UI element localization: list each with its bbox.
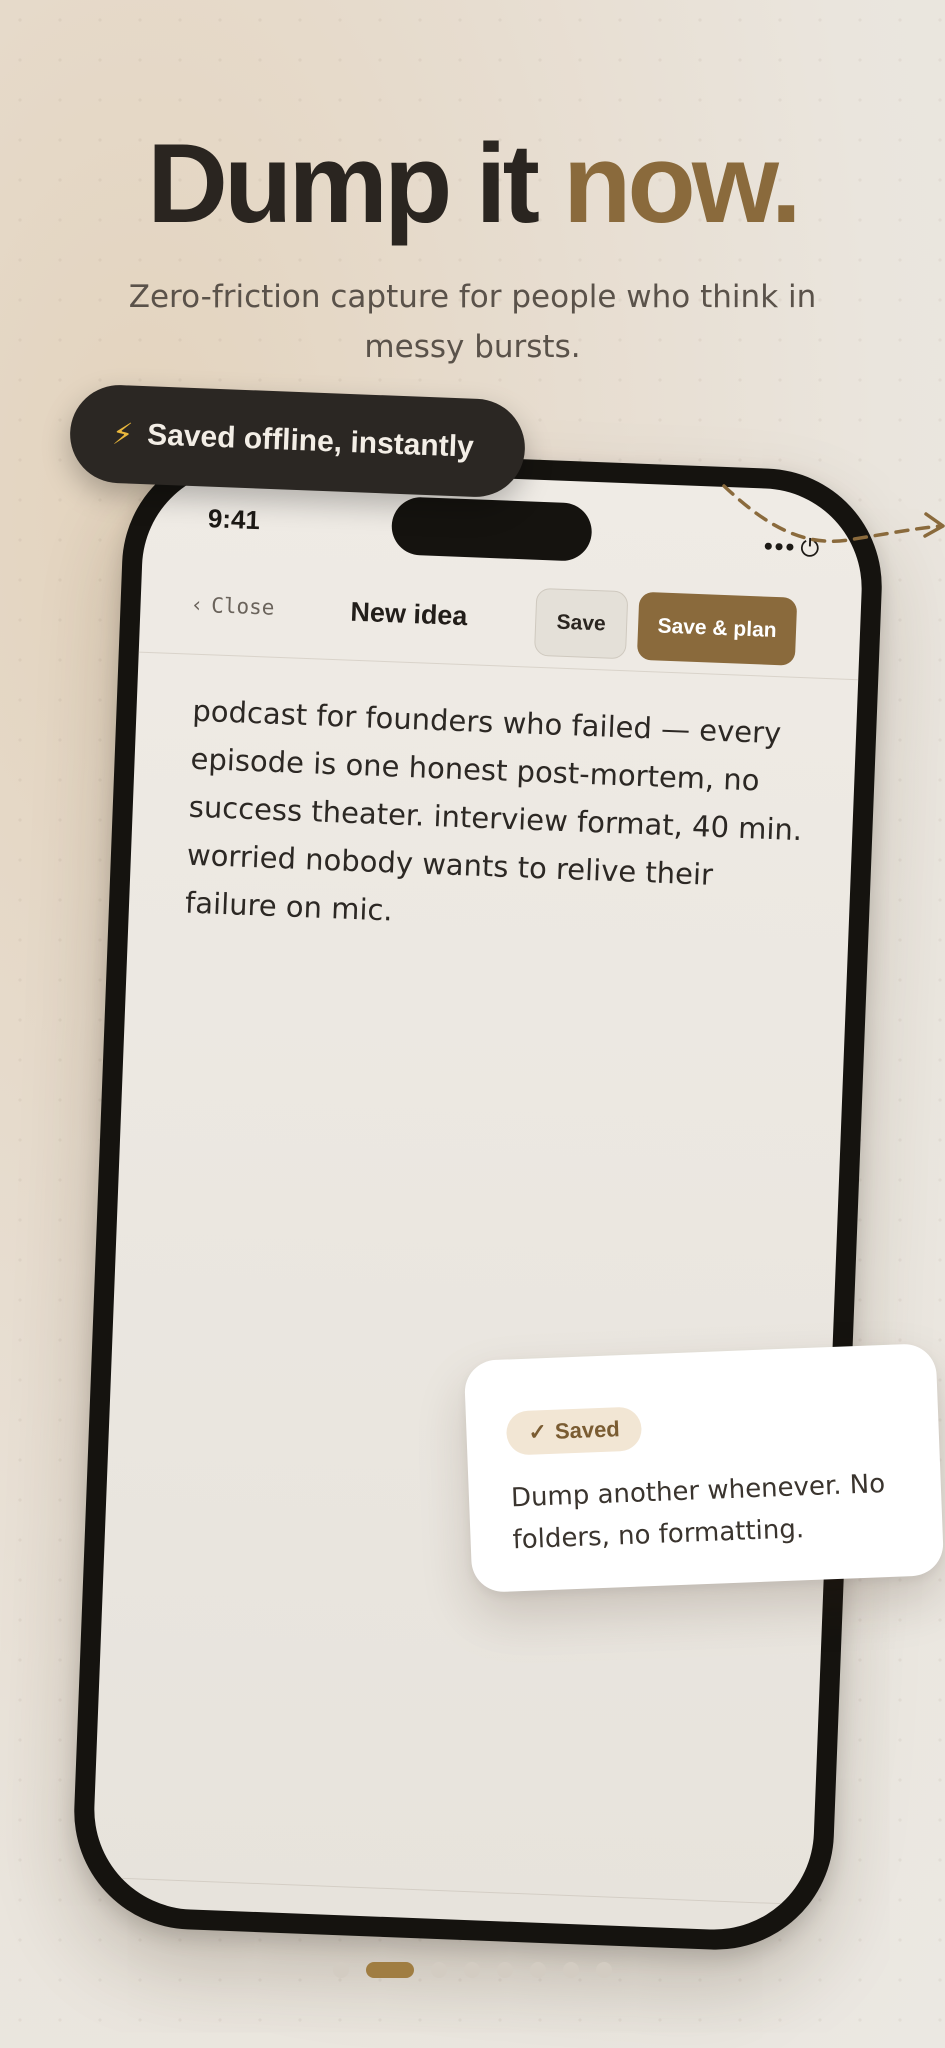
dashed-arrow-icon: [722, 484, 945, 543]
bottom-divider: [91, 1876, 812, 1906]
nav-bar: ‹ Close New idea Save Save & plan: [138, 560, 862, 681]
status-time: 9:41: [207, 503, 261, 536]
phone-frame: 9:41 ••• ⏻ ‹ Close New idea Save Save & …: [69, 443, 887, 1955]
close-label: Close: [210, 593, 275, 620]
saved-confirmation-card: ✓ Saved Dump another whenever. No folder…: [463, 1343, 945, 1593]
dynamic-island: [390, 496, 593, 562]
save-button[interactable]: Save: [533, 587, 629, 660]
page-dot[interactable]: [366, 1962, 414, 1978]
nav-title: New idea: [349, 596, 468, 632]
page-indicator: [0, 1962, 945, 1978]
phone-mockup: 9:41 ••• ⏻ ‹ Close New idea Save Save & …: [69, 443, 887, 1955]
headline-accent: now.: [563, 121, 802, 246]
check-icon: ✓: [528, 1419, 548, 1445]
hero-subhead: Zero-friction capture for people who thi…: [128, 279, 817, 365]
saved-badge: ✓ Saved: [505, 1406, 643, 1456]
note-editor[interactable]: podcast for founders who failed — every …: [184, 687, 813, 951]
saved-offline-toast: ⚡ Saved offline, instantly: [68, 383, 527, 499]
page-dot[interactable]: [563, 1962, 579, 1978]
page-dot[interactable]: [497, 1962, 513, 1978]
save-and-plan-button[interactable]: Save & plan: [636, 591, 798, 666]
saved-badge-label: Saved: [554, 1416, 621, 1444]
headline-main: Dump it: [147, 121, 564, 246]
lightning-bolt-icon: ⚡: [111, 416, 134, 453]
page-dot[interactable]: [464, 1962, 480, 1978]
phone-screen: 9:41 ••• ⏻ ‹ Close New idea Save Save & …: [90, 464, 866, 1934]
hero-headline: Dump it now.: [0, 128, 945, 240]
chevron-left-icon: ‹: [190, 592, 204, 618]
page-dot[interactable]: [530, 1962, 546, 1978]
close-button[interactable]: ‹ Close: [190, 593, 275, 620]
toast-label: Saved offline, instantly: [146, 418, 475, 464]
page-dot[interactable]: [333, 1962, 349, 1978]
page-dot[interactable]: [596, 1962, 612, 1978]
page-dot[interactable]: [431, 1962, 447, 1978]
card-message: Dump another whenever. No folders, no fo…: [510, 1469, 886, 1556]
